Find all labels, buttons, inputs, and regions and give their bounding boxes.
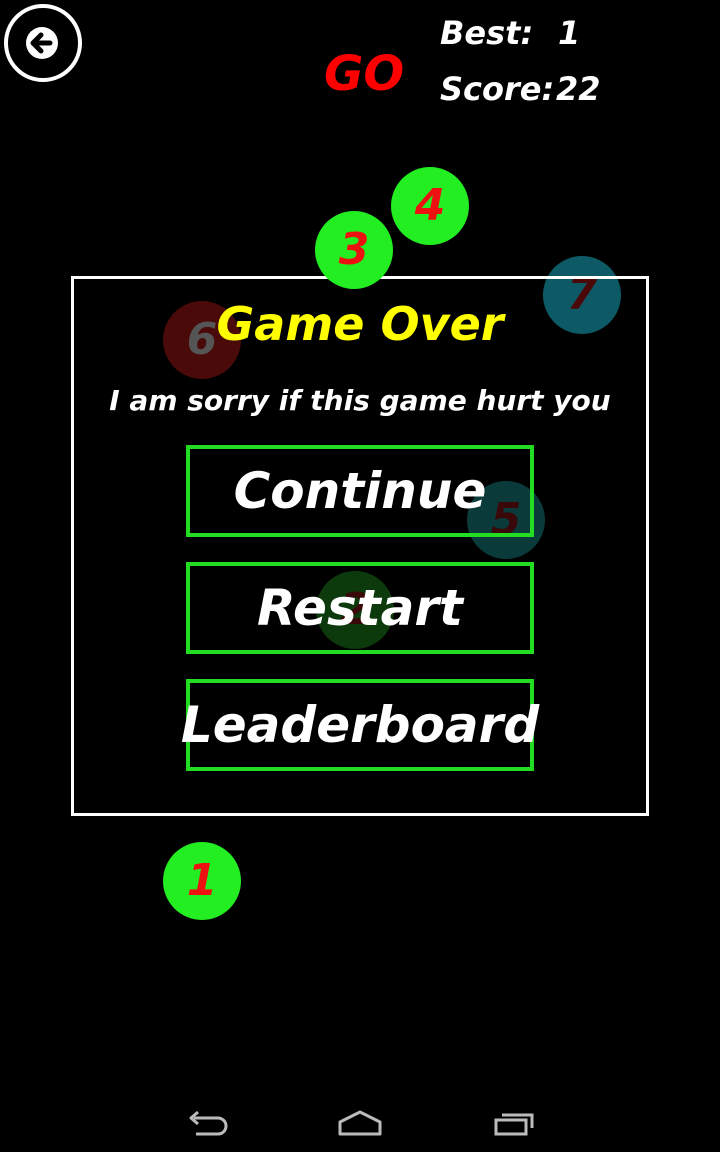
ball-1[interactable]: 1 [163, 842, 241, 920]
go-label: GO [324, 46, 405, 102]
ball-number: 4 [414, 180, 446, 231]
continue-button[interactable]: Continue [186, 445, 534, 537]
dialog-title: Game Over [216, 297, 504, 351]
arrow-left-icon [26, 27, 58, 59]
game-over-dialog: Game Over I am sorry if this game hurt y… [71, 276, 649, 816]
restart-button[interactable]: Restart [186, 562, 534, 654]
back-button[interactable] [4, 4, 82, 82]
ball-4[interactable]: 4 [391, 167, 469, 245]
nav-home-icon[interactable] [336, 1108, 384, 1138]
ball-number: 1 [186, 855, 218, 906]
score-value: 22 [556, 70, 601, 108]
best-value: 1 [558, 14, 581, 52]
ball-number: 3 [338, 224, 370, 275]
nav-recent-apps-icon[interactable] [492, 1108, 538, 1138]
nav-back-icon[interactable] [184, 1108, 230, 1138]
best-label: Best: [440, 14, 534, 52]
dialog-subtitle: I am sorry if this game hurt you [109, 384, 611, 417]
leaderboard-button[interactable]: Leaderboard [181, 679, 539, 771]
ball-3[interactable]: 3 [315, 211, 393, 289]
score-label: Score: [440, 70, 555, 108]
